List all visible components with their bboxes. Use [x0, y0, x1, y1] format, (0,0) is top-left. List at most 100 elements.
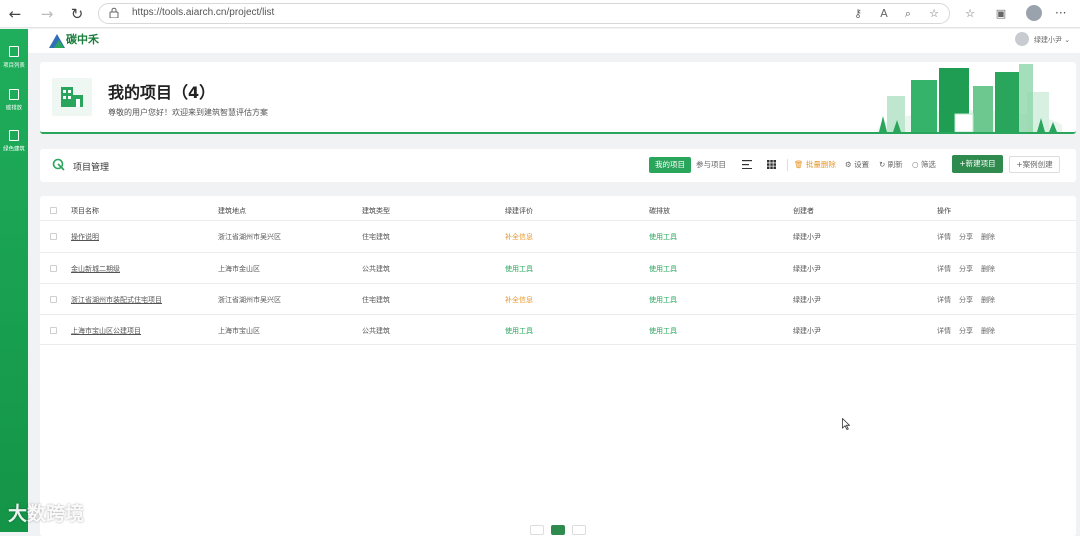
row-checkbox[interactable]	[50, 327, 57, 334]
building-icon	[9, 46, 19, 57]
row-checkbox[interactable]	[50, 233, 57, 240]
green-rating-link[interactable]: 使用工具	[505, 326, 533, 336]
zoom-icon[interactable]: ⌕	[900, 6, 916, 22]
reload-icon[interactable]: ↻	[68, 5, 86, 23]
back-icon[interactable]: ←	[6, 5, 24, 23]
trash-icon: 🗑︎	[794, 160, 806, 169]
select-all-checkbox[interactable]	[50, 207, 57, 214]
column-header-green-rating: 绿建评价	[505, 207, 533, 215]
project-name-link[interactable]: 浙江省湖州市装配式住宅项目	[71, 295, 162, 305]
gear-icon: ⚙	[845, 160, 855, 169]
project-toolbar: 项目管理 我的项目 参与项目 🗑︎ 批量删除 ⚙ 设置 ↻ 刷新 ○ 筛选 +新…	[40, 149, 1076, 182]
detail-button[interactable]: 详情	[937, 264, 951, 274]
project-type: 公共建筑	[362, 265, 390, 273]
city-illustration	[877, 64, 1062, 132]
collections-icon[interactable]: ▣	[993, 6, 1009, 22]
project-creator: 绿建小尹	[793, 296, 821, 304]
page-title: 我的项目（4）	[108, 83, 216, 102]
favorites-icon[interactable]: ☆	[962, 6, 978, 22]
detail-button[interactable]: 详情	[937, 326, 951, 336]
detail-button[interactable]: 详情	[937, 232, 951, 242]
logo-text: 碳中禾	[66, 33, 99, 46]
delete-button[interactable]: 删除	[981, 326, 995, 336]
project-name-link[interactable]: 上海市宝山区公建项目	[71, 326, 141, 336]
share-button[interactable]: 分享	[959, 264, 973, 274]
watermark: 大数跨境	[8, 503, 85, 525]
toolbar-divider	[787, 159, 788, 171]
project-type: 住宅建筑	[362, 233, 390, 241]
project-name-link[interactable]: 操作说明	[71, 232, 99, 242]
delete-button[interactable]: 删除	[981, 264, 995, 274]
sidebar-item-green-building[interactable]: 绿色建筑	[0, 130, 28, 153]
green-rating-link[interactable]: 使用工具	[505, 264, 533, 274]
green-rating-link[interactable]: 补全信息	[505, 232, 533, 242]
project-location: 上海市宝山区	[218, 327, 260, 335]
pagination-prev[interactable]	[530, 525, 544, 535]
row-checkbox[interactable]	[50, 265, 57, 272]
grid-view-icon[interactable]	[767, 160, 776, 169]
batch-delete-button[interactable]: 🗑︎ 批量删除	[794, 157, 836, 173]
sidebar: 项目列表 碳排放 绿色建筑	[0, 29, 28, 532]
carbon-tool-link[interactable]: 使用工具	[649, 264, 677, 274]
address-bar[interactable]: https://tools.aiarch.cn/project/list	[98, 3, 950, 24]
pagination-page-1[interactable]	[551, 525, 565, 535]
sidebar-item-projects[interactable]: 项目列表	[0, 46, 28, 69]
share-button[interactable]: 分享	[959, 232, 973, 242]
project-type: 住宅建筑	[362, 296, 390, 304]
column-header-name: 项目名称	[71, 207, 99, 215]
carbon-tool-link[interactable]: 使用工具	[649, 326, 677, 336]
building-icon	[52, 78, 92, 116]
delete-button[interactable]: 删除	[981, 232, 995, 242]
welcome-banner: 我的项目（4） 尊敬的用户您好！欢迎来到建筑智慧评估方案	[40, 62, 1076, 134]
search-icon: ○	[912, 160, 921, 169]
table-row: 浙江省湖州市装配式住宅项目 浙江省湖州市吴兴区 住宅建筑 补全信息 使用工具 绿…	[40, 283, 1076, 314]
green-rating-link[interactable]: 补全信息	[505, 295, 533, 305]
read-aloud-icon[interactable]: A	[876, 6, 892, 22]
column-header-actions: 操作	[937, 207, 951, 215]
column-header-location: 建筑地点	[218, 207, 246, 215]
project-name-link[interactable]: 金山新城二期级	[71, 264, 120, 274]
table-row: 上海市宝山区公建项目 上海市宝山区 公共建筑 使用工具 使用工具 绿建小尹 详情…	[40, 314, 1076, 345]
settings-button[interactable]: ⚙ 设置	[845, 157, 869, 173]
chart-icon	[9, 89, 19, 100]
share-button[interactable]: 分享	[959, 326, 973, 336]
project-type: 公共建筑	[362, 327, 390, 335]
filter-button[interactable]: ○ 筛选	[912, 157, 936, 173]
tab-joined-projects[interactable]: 参与项目	[696, 157, 726, 173]
row-checkbox[interactable]	[50, 296, 57, 303]
column-header-type: 建筑类型	[362, 207, 390, 215]
page-subtitle: 尊敬的用户您好！欢迎来到建筑智慧评估方案	[108, 108, 268, 117]
column-header-creator: 创建者	[793, 207, 814, 215]
project-table: 项目名称 建筑地点 建筑类型 绿建评价 碳排放 创建者 操作 操作说明 浙江省湖…	[40, 196, 1076, 536]
key-icon[interactable]: ⚷	[850, 6, 866, 22]
favorite-add-icon[interactable]: ☆	[926, 6, 942, 22]
new-project-button[interactable]: +新建项目	[952, 155, 1003, 173]
browser-profile-avatar[interactable]	[1026, 5, 1042, 21]
list-view-icon[interactable]	[742, 160, 752, 169]
column-header-carbon: 碳排放	[649, 207, 670, 215]
logo-icon	[49, 34, 65, 48]
user-name-dropdown[interactable]: 绿建小尹 ⌄	[1034, 35, 1070, 45]
carbon-tool-link[interactable]: 使用工具	[649, 295, 677, 305]
sidebar-item-carbon[interactable]: 碳排放	[0, 89, 28, 112]
mouse-cursor-icon	[842, 418, 850, 430]
more-icon[interactable]: ···	[1055, 6, 1066, 20]
url-text: https://tools.aiarch.cn/project/list	[132, 7, 275, 18]
create-case-button[interactable]: +案例创建	[1009, 156, 1060, 173]
lock-icon	[109, 7, 119, 18]
detail-button[interactable]: 详情	[937, 295, 951, 305]
project-creator: 绿建小尹	[793, 233, 821, 241]
table-row: 金山新城二期级 上海市金山区 公共建筑 使用工具 使用工具 绿建小尹 详情 分享…	[40, 252, 1076, 283]
forward-icon[interactable]: →	[38, 5, 56, 23]
leaf-building-icon	[9, 130, 19, 141]
table-row: 操作说明 浙江省湖州市吴兴区 住宅建筑 补全信息 使用工具 绿建小尹 详情 分享…	[40, 220, 1076, 251]
carbon-tool-link[interactable]: 使用工具	[649, 232, 677, 242]
browser-toolbar: ← → ↻ https://tools.aiarch.cn/project/li…	[0, 0, 1080, 28]
pagination-next[interactable]	[572, 525, 586, 535]
project-creator: 绿建小尹	[793, 265, 821, 273]
share-button[interactable]: 分享	[959, 295, 973, 305]
user-avatar[interactable]	[1015, 32, 1029, 46]
tab-my-projects[interactable]: 我的项目	[649, 157, 691, 173]
delete-button[interactable]: 删除	[981, 295, 995, 305]
refresh-button[interactable]: ↻ 刷新	[879, 157, 903, 173]
